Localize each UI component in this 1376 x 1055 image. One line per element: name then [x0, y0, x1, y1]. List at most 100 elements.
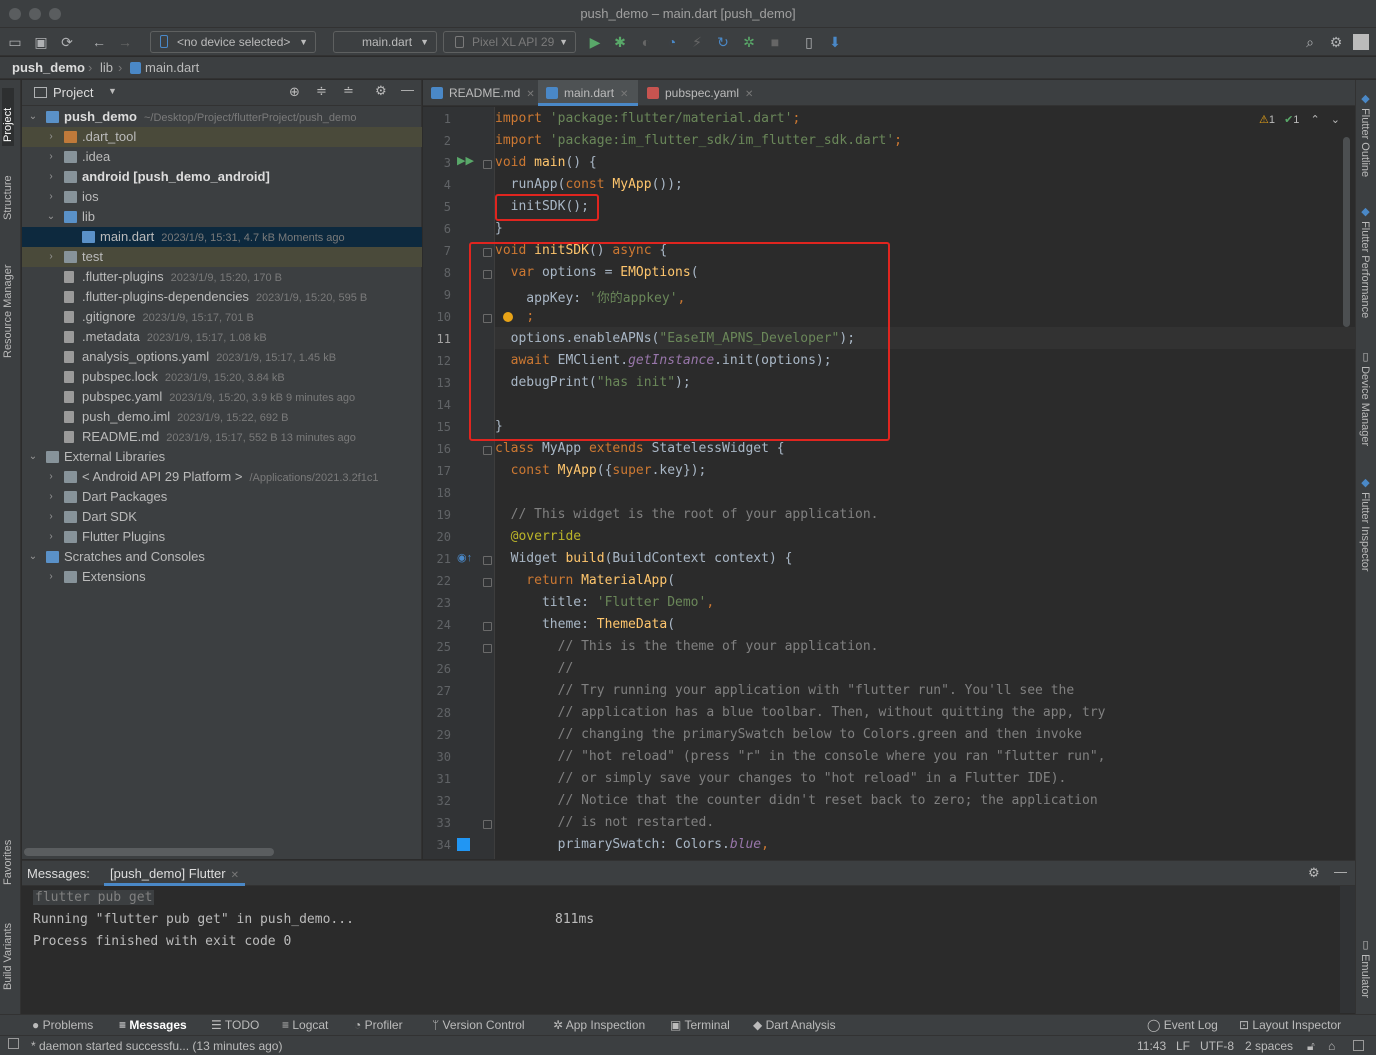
line-number[interactable]: 27 [423, 684, 451, 698]
line-number[interactable]: 3 [423, 156, 451, 170]
chevron-right-icon[interactable]: › [46, 507, 56, 527]
code-line[interactable]: // This widget is the root of your appli… [495, 507, 879, 522]
code-line[interactable]: Widget build(BuildContext context) { [495, 551, 793, 566]
tree-file-item[interactable]: push_demo.iml 2023/1/9, 15:22, 692 B [22, 407, 422, 427]
tree-file-item[interactable]: .flutter-plugins-dependencies 2023/1/9, 1… [22, 287, 422, 307]
line-number[interactable]: 29 [423, 728, 451, 742]
caret-position[interactable]: 11:43 [1137, 1039, 1166, 1053]
chevron-down-icon[interactable]: ▼ [108, 86, 117, 96]
code-line[interactable]: title: 'Flutter Demo', [495, 595, 714, 610]
run-config-selector[interactable]: main.dart ▼ [333, 31, 437, 53]
code-line[interactable]: // changing the primarySwatch below to C… [495, 727, 1082, 742]
tree-folder-item[interactable]: › .idea [22, 147, 422, 167]
tab-structure[interactable]: Structure [2, 160, 14, 220]
line-number[interactable]: 30 [423, 750, 451, 764]
tab-device-manager[interactable]: ▯ Device Manager [1359, 350, 1372, 446]
breadcrumb-project[interactable]: push_demo [12, 60, 85, 75]
sync-icon[interactable]: ⟳ [58, 33, 76, 51]
tree-folder-item[interactable]: › android [push_demo_android] [22, 167, 422, 187]
back-arrow-icon[interactable]: ← [90, 33, 108, 51]
horizontal-scrollbar[interactable] [24, 848, 274, 856]
tab-flutter-performance[interactable]: ◆ Flutter Performance [1359, 205, 1372, 318]
chevron-down-icon[interactable]: ⌄ [28, 447, 38, 467]
chevron-right-icon[interactable]: › [46, 127, 56, 147]
tree-file-item[interactable]: .gitignore 2023/1/9, 15:17, 701 B [22, 307, 422, 327]
tab-resource-manager[interactable]: Resource Manager [2, 248, 14, 358]
tree-folder-item[interactable]: ⌄ push_demo ~/Desktop/Project/flutterProje… [22, 107, 422, 127]
lock-icon[interactable]: 🔓︎ [1307, 1039, 1315, 1054]
code-line[interactable]: // "hot reload" (press "r" in the consol… [495, 749, 1106, 764]
close-icon[interactable]: ✕ [231, 870, 239, 881]
tool-event-log[interactable]: ◯ Event Log [1147, 1017, 1218, 1034]
tool-logcat[interactable]: ≡ Logcat [282, 1017, 328, 1034]
code-line[interactable]: primarySwatch: Colors.blue, [495, 837, 769, 852]
save-icon[interactable]: ▣ [32, 33, 50, 51]
close-icon[interactable]: ✕ [745, 89, 753, 100]
tree-file-item[interactable]: analysis_options.yaml 2023/1/9, 15:17, 1.… [22, 347, 422, 367]
fold-icon[interactable] [483, 622, 492, 631]
tree-file-item[interactable]: .flutter-plugins 2023/1/9, 15:20, 170 B [22, 267, 422, 287]
line-number[interactable]: 15 [423, 420, 451, 434]
hide-panel-icon[interactable]: — [401, 82, 414, 97]
chevron-right-icon[interactable]: › [46, 187, 56, 207]
tree-folder-item[interactable]: › Dart Packages [22, 487, 422, 507]
tool-messages[interactable]: ≡ Messages [119, 1017, 187, 1034]
git-icon[interactable]: ⌂ [1328, 1039, 1335, 1053]
code-line[interactable]: class MyApp extends StatelessWidget { [495, 441, 785, 456]
line-number[interactable]: 26 [423, 662, 451, 676]
line-number[interactable]: 23 [423, 596, 451, 610]
color-swatch-icon[interactable] [457, 838, 470, 851]
gear-icon[interactable]: ⚙ [1308, 865, 1320, 881]
memory-indicator-icon[interactable] [1353, 1040, 1364, 1051]
fold-icon[interactable] [483, 820, 492, 829]
close-icon[interactable]: ✕ [620, 89, 628, 100]
fold-icon[interactable] [483, 556, 492, 565]
tab-flutter-messages[interactable]: [push_demo] Flutter ✕ [104, 861, 246, 886]
code-line[interactable]: // or simply save your changes to "hot r… [495, 771, 1067, 786]
settings-icon[interactable]: ⚙ [1327, 33, 1345, 51]
run-icon[interactable]: ▶ [586, 33, 604, 51]
tree-file-item[interactable]: README.md 2023/1/9, 15:17, 552 B 13 minut… [22, 427, 422, 447]
line-number[interactable]: 1 [423, 112, 451, 126]
tool-todo[interactable]: ☰ TODO [211, 1017, 259, 1034]
chevron-right-icon[interactable]: › [46, 467, 56, 487]
tool-dart-analysis[interactable]: ◆ Dart Analysis [753, 1017, 836, 1034]
chevron-right-icon[interactable]: › [46, 487, 56, 507]
hot-reload-icon[interactable]: ⚡ [688, 33, 706, 51]
stop-icon[interactable]: ■ [766, 33, 784, 51]
tree-folder-item[interactable]: › Extensions [22, 567, 422, 587]
line-separator[interactable]: LF [1176, 1039, 1190, 1053]
line-number[interactable]: 17 [423, 464, 451, 478]
code-line[interactable]: @override [495, 529, 581, 544]
project-view-selector[interactable]: Project [53, 85, 93, 100]
tab-emulator[interactable]: ▯ Emulator [1359, 938, 1372, 998]
chevron-right-icon[interactable]: › [46, 247, 56, 267]
chevron-up-icon[interactable]: ⌃ [1310, 114, 1319, 126]
inspection-widget[interactable]: ⚠1 ✔1 ⌃ ⌄ [1259, 113, 1340, 126]
line-number[interactable]: 19 [423, 508, 451, 522]
tree-folder-item[interactable]: › .dart_tool [22, 127, 422, 147]
emulator-selector[interactable]: Pixel XL API 29 ▼ [443, 31, 576, 53]
line-number[interactable]: 22 [423, 574, 451, 588]
line-number[interactable]: 11 [423, 332, 451, 346]
attach-debugger-icon[interactable]: ◐ [637, 33, 655, 51]
chevron-right-icon[interactable]: › [46, 567, 56, 587]
tab-build-variants[interactable]: Build Variants [2, 910, 14, 990]
expand-all-icon[interactable]: ≑ [316, 83, 327, 99]
code-line[interactable]: theme: ThemeData( [495, 617, 675, 632]
tool-profiler[interactable]: ◔ Profiler [354, 1017, 403, 1034]
vertical-scrollbar[interactable] [1343, 137, 1350, 327]
line-number[interactable]: 33 [423, 816, 451, 830]
line-number[interactable]: 16 [423, 442, 451, 456]
line-number[interactable]: 2 [423, 134, 451, 148]
code-line[interactable]: runApp(const MyApp()); [495, 177, 683, 192]
code-line[interactable]: // Try running your application with "fl… [495, 683, 1075, 698]
search-icon[interactable]: ⌕ [1301, 33, 1319, 51]
run-gutter-icon[interactable]: ▶▶ [457, 154, 474, 167]
line-number[interactable]: 21 [423, 552, 451, 566]
line-number[interactable]: 13 [423, 376, 451, 390]
tree-folder-item[interactable]: › test [22, 247, 422, 267]
avatar-icon[interactable] [1353, 34, 1369, 50]
tab-pubspec[interactable]: pubspec.yaml ✕ [639, 80, 759, 106]
chevron-down-icon[interactable]: ⌄ [46, 207, 56, 227]
